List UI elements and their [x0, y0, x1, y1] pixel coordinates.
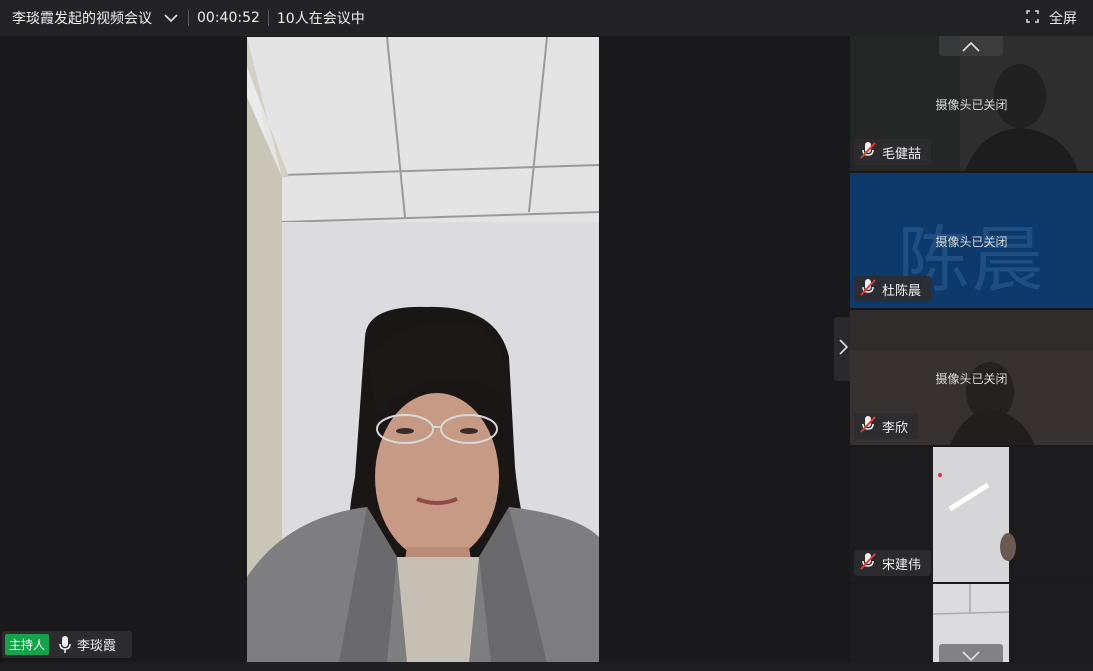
participant-tile[interactable]: 摄像头已关闭 李欣: [850, 310, 1093, 445]
meeting-header: 李琰霞发起的视频会议 00:40:52 10人在会议中 全屏: [0, 0, 1093, 36]
participant-panel: 摄像头已关闭 毛健喆 陈晨 摄像头已关闭 杜陈晨 摄像头已关闭 李欣 宋建伟: [850, 36, 1093, 671]
host-tag: 主持人: [5, 634, 50, 655]
participant-nameplate: 毛健喆: [854, 139, 932, 165]
participant-nameplate: 李欣: [854, 413, 919, 439]
host-nameplate: 主持人 李琰霞: [2, 631, 132, 658]
chevron-up-icon: [962, 37, 980, 56]
chevron-right-icon: [838, 339, 848, 359]
mic-muted-icon: [860, 552, 876, 574]
camera-off-status: 摄像头已关闭: [935, 372, 1008, 386]
participant-nameplate: 宋建伟: [854, 550, 932, 576]
mic-muted-icon: [860, 141, 876, 163]
microphone-icon: [59, 636, 71, 653]
participant-tile[interactable]: 宋建伟: [850, 447, 1093, 582]
mic-muted-icon: [860, 278, 876, 300]
meeting-title: 李琰霞发起的视频会议: [12, 11, 152, 27]
participant-count: 10人在会议中: [276, 11, 365, 27]
participant-name: 毛健喆: [882, 146, 922, 162]
participant-name: 李欣: [882, 420, 909, 436]
participant-tile[interactable]: [850, 584, 1093, 671]
speaker-video-frame: [247, 37, 599, 663]
divider: [267, 10, 269, 26]
scroll-up-button[interactable]: [939, 36, 1003, 56]
camera-off-status: 摄像头已关闭: [935, 98, 1008, 112]
chevron-down-icon[interactable]: [162, 9, 180, 27]
main-speaker-video[interactable]: [247, 37, 599, 663]
participant-nameplate: 杜陈晨: [854, 276, 932, 302]
participant-tile[interactable]: 陈晨 摄像头已关闭 杜陈晨: [850, 173, 1093, 308]
fullscreen-icon: [1026, 9, 1039, 27]
host-name: 李琰霞: [77, 639, 117, 654]
participant-name: 宋建伟: [882, 557, 922, 573]
participant-tile[interactable]: 摄像头已关闭 毛健喆: [850, 36, 1093, 171]
bottom-bar: [0, 662, 1093, 671]
meeting-timer: 00:40:52: [197, 10, 260, 26]
mic-muted-icon: [860, 415, 876, 437]
fullscreen-button[interactable]: 全屏: [1026, 0, 1077, 36]
divider: [188, 10, 189, 26]
participant-name: 杜陈晨: [882, 283, 922, 299]
camera-off-status: 摄像头已关闭: [935, 235, 1008, 249]
fullscreen-label: 全屏: [1049, 11, 1077, 27]
